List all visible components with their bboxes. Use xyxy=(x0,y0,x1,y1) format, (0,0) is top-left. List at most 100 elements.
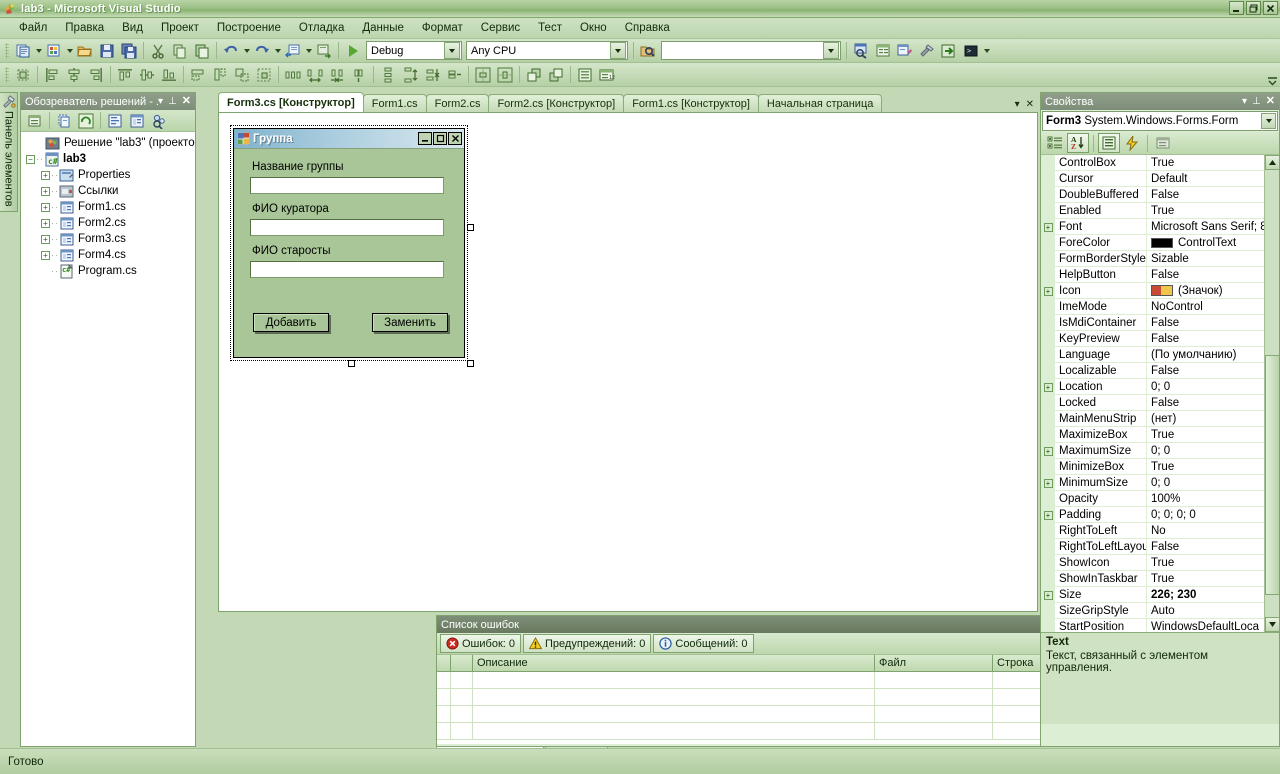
decrease-vertical-spacing-icon[interactable] xyxy=(421,64,443,85)
align-centers-icon[interactable] xyxy=(63,64,85,85)
panel-menu-chevron-icon[interactable]: ▾ xyxy=(1242,96,1247,107)
align-to-grid-icon[interactable] xyxy=(12,64,34,85)
tree-expander-icon[interactable]: + xyxy=(41,234,50,244)
decrease-horizontal-spacing-icon[interactable] xyxy=(326,64,348,85)
properties-view-icon[interactable] xyxy=(1098,133,1120,153)
tab-form3-designer[interactable]: Form3.cs [Конструктор] xyxy=(218,92,364,112)
class-view-icon[interactable] xyxy=(148,110,170,131)
property-value[interactable]: False xyxy=(1147,187,1279,203)
form-maximize-button[interactable] xyxy=(433,132,447,145)
tree-expander-icon[interactable]: + xyxy=(41,202,50,212)
undo-dropdown-icon[interactable] xyxy=(242,40,251,61)
scroll-down-button[interactable] xyxy=(1265,617,1279,632)
property-row-location[interactable]: + Location 0; 0 xyxy=(1041,379,1279,395)
paste-icon[interactable] xyxy=(191,40,213,61)
make-horizontal-spacing-equal-icon[interactable] xyxy=(282,64,304,85)
property-row-icon[interactable]: + Icon (Значок) xyxy=(1041,283,1279,299)
start-debug-icon[interactable] xyxy=(342,40,364,61)
property-value[interactable]: True xyxy=(1147,555,1279,571)
property-row-imemode[interactable]: ImeMode NoControl xyxy=(1041,299,1279,315)
property-value[interactable]: True xyxy=(1147,571,1279,587)
tree-item-references[interactable]: + ·· Ссылки xyxy=(23,183,193,199)
categorized-view-icon[interactable] xyxy=(1044,133,1066,153)
property-value[interactable]: True xyxy=(1147,459,1279,475)
toolbar-grip[interactable] xyxy=(5,66,9,83)
remove-horizontal-spacing-icon[interactable] xyxy=(348,64,370,85)
menu-item-tools[interactable]: Сервис xyxy=(472,20,529,36)
property-row-mainmenustrip[interactable]: MainMenuStrip (нет) xyxy=(1041,411,1279,427)
remove-vertical-spacing-icon[interactable] xyxy=(443,64,465,85)
command-window-dropdown-icon[interactable] xyxy=(982,40,991,61)
tab-form1-designer[interactable]: Form1.cs [Конструктор] xyxy=(623,94,759,112)
size-to-grid-icon[interactable] xyxy=(253,64,275,85)
save-icon[interactable] xyxy=(96,40,118,61)
property-value[interactable]: False xyxy=(1147,395,1279,411)
tree-item-form1[interactable]: + ·· Form1.cs xyxy=(23,199,193,215)
property-value[interactable]: Microsoft Sans Serif; 8 xyxy=(1147,219,1279,235)
copy-icon[interactable] xyxy=(169,40,191,61)
property-row-font[interactable]: + Font Microsoft Sans Serif; 8 xyxy=(1041,219,1279,235)
property-value[interactable]: False xyxy=(1147,363,1279,379)
resize-handle-bottom-right[interactable] xyxy=(467,360,474,367)
errors-filter-button[interactable]: Ошибок: 0 xyxy=(440,634,521,653)
property-value[interactable]: No xyxy=(1147,523,1279,539)
increase-horizontal-spacing-icon[interactable] xyxy=(304,64,326,85)
property-value[interactable]: 226; 230 xyxy=(1147,587,1279,603)
menu-item-build[interactable]: Построение xyxy=(208,20,290,36)
refresh-icon[interactable] xyxy=(75,110,97,131)
property-value[interactable]: ControlText xyxy=(1147,235,1279,251)
align-bottoms-icon[interactable] xyxy=(158,64,180,85)
column-header-description[interactable]: Описание xyxy=(473,655,875,672)
property-row-minimizebox[interactable]: MinimizeBox True xyxy=(1041,459,1279,475)
textbox-monitor-name[interactable] xyxy=(250,261,444,278)
menu-item-debug[interactable]: Отладка xyxy=(290,20,353,36)
property-value[interactable]: False xyxy=(1147,539,1279,555)
properties-window-icon[interactable] xyxy=(872,40,894,61)
property-row-maximumsize[interactable]: + MaximumSize 0; 0 xyxy=(1041,443,1279,459)
property-row-language[interactable]: Language (По умолчанию) xyxy=(1041,347,1279,363)
property-row-padding[interactable]: + Padding 0; 0; 0; 0 xyxy=(1041,507,1279,523)
center-vertically-icon[interactable] xyxy=(494,64,516,85)
events-view-icon[interactable] xyxy=(1121,133,1143,153)
tree-item-solution[interactable]: Решение "lab3" (проектов: 1) xyxy=(23,135,195,151)
textbox-curator-name[interactable] xyxy=(250,219,444,236)
find-in-files-icon[interactable] xyxy=(637,40,659,61)
show-all-files-icon[interactable] xyxy=(53,110,75,131)
property-value[interactable]: 0; 0 xyxy=(1147,379,1279,395)
property-value[interactable]: 100% xyxy=(1147,491,1279,507)
find-dropdown-icon[interactable] xyxy=(823,42,839,59)
close-button[interactable] xyxy=(1263,1,1278,15)
property-row-locked[interactable]: Locked False xyxy=(1041,395,1279,411)
resize-handle-bottom-center[interactable] xyxy=(348,360,355,367)
object-browser-icon[interactable] xyxy=(894,40,916,61)
align-tops-icon[interactable] xyxy=(114,64,136,85)
toolbox-tab[interactable]: Панель элементов xyxy=(0,92,18,212)
property-value[interactable]: NoControl xyxy=(1147,299,1279,315)
toolbar-overflow-button[interactable] xyxy=(1266,64,1278,86)
make-same-size-icon[interactable] xyxy=(231,64,253,85)
increase-vertical-spacing-icon[interactable] xyxy=(399,64,421,85)
make-vertical-spacing-equal-icon[interactable] xyxy=(377,64,399,85)
property-row-ismdicontainer[interactable]: IsMdiContainer False xyxy=(1041,315,1279,331)
menu-item-data[interactable]: Данные xyxy=(353,20,413,36)
open-file-icon[interactable] xyxy=(74,40,96,61)
redo-dropdown-icon[interactable] xyxy=(273,40,282,61)
add-new-item-dropdown-icon[interactable] xyxy=(65,40,74,61)
property-row-forecolor[interactable]: ForeColor ControlText xyxy=(1041,235,1279,251)
tree-item-form2[interactable]: + ·· Form2.cs xyxy=(23,215,193,231)
property-value[interactable]: False xyxy=(1147,331,1279,347)
column-header-selector[interactable] xyxy=(437,655,451,672)
form-minimize-button[interactable] xyxy=(418,132,432,145)
property-value[interactable]: Sizable xyxy=(1147,251,1279,267)
column-header-file[interactable]: Файл xyxy=(875,655,993,672)
property-pages-icon[interactable] xyxy=(1152,133,1174,153)
property-row-righttoleft[interactable]: RightToLeft No xyxy=(1041,523,1279,539)
new-project-icon[interactable] xyxy=(12,40,34,61)
property-row-doublebuffered[interactable]: DoubleBuffered False xyxy=(1041,187,1279,203)
align-lefts-icon[interactable] xyxy=(41,64,63,85)
tab-form2-designer[interactable]: Form2.cs [Конструктор] xyxy=(488,94,625,112)
property-row-showintaskbar[interactable]: ShowInTaskbar True xyxy=(1041,571,1279,587)
toolbar-grip[interactable] xyxy=(5,42,9,59)
property-value[interactable]: True xyxy=(1147,203,1279,219)
property-row-formborderstyle[interactable]: FormBorderStyle Sizable xyxy=(1041,251,1279,267)
